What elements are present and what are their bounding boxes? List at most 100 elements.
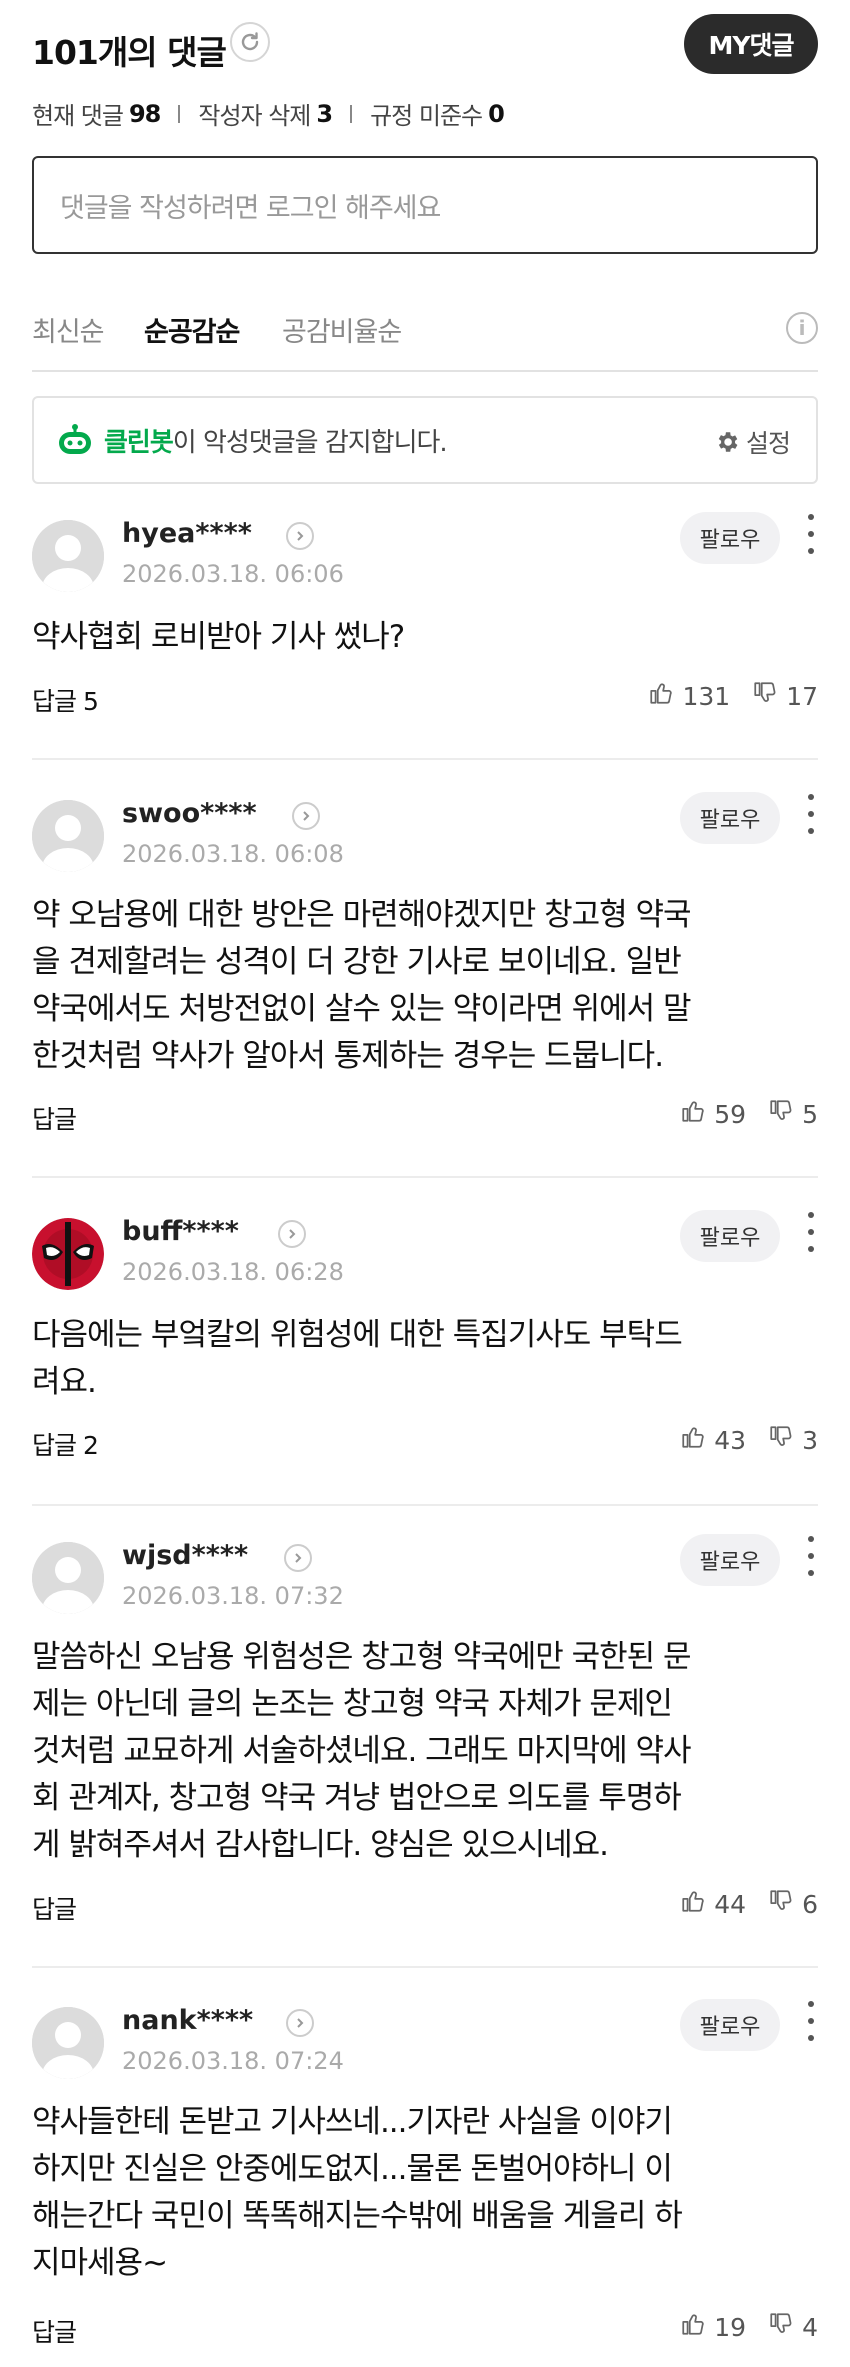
comment-body: 약사들한테 돈받고 기사쓰네...기자란 사실을 이야기 하지만 진실은 안중에도… bbox=[32, 2099, 818, 2287]
comment-date: 2026.03.18. 06:28 bbox=[122, 1258, 344, 1286]
thumbs-up-icon bbox=[680, 1098, 714, 1130]
profile-chevron-button[interactable] bbox=[278, 1220, 306, 1248]
profile-chevron-button[interactable] bbox=[286, 522, 314, 550]
comment-item: swoo**** 2026.03.18. 06:08 팔로우 약 오남용에 대한… bbox=[32, 792, 818, 1178]
vote-buttons: 19 4 bbox=[680, 2311, 818, 2343]
dislike-button[interactable]: 5 bbox=[768, 1098, 818, 1130]
deleted-comments-label: 작성자 삭제 bbox=[198, 102, 311, 130]
cleanbot-message: 이 악성댓글을 감지합니다. bbox=[172, 427, 448, 458]
avatar[interactable] bbox=[32, 1542, 104, 1614]
comment-text-line: 해는간다 국민이 똑똑해지는수밖에 배움을 게을리 하 bbox=[32, 2198, 683, 2234]
violation-comments-label: 규정 미준수 bbox=[370, 102, 483, 130]
comment-input[interactable]: 댓글을 작성하려면 로그인 해주세요 bbox=[32, 156, 818, 254]
like-button[interactable]: 131 bbox=[648, 680, 730, 712]
reply-button[interactable]: 답글 bbox=[32, 2313, 77, 2349]
thumbs-down-icon bbox=[768, 1424, 802, 1456]
like-button[interactable]: 44 bbox=[680, 1888, 746, 1920]
chevron-right-icon bbox=[303, 811, 310, 821]
reply-button[interactable]: 답글 5 bbox=[32, 682, 99, 718]
follow-button[interactable]: 팔로우 bbox=[680, 512, 780, 564]
comment-text-line: 제는 아닌데 글의 논조는 창고형 약국 자체가 문제인 bbox=[32, 1686, 673, 1722]
thumbs-down-icon bbox=[768, 2311, 802, 2343]
comment-body: 다음에는 부엌칼의 위험성에 대한 특집기사도 부탁드 려요. bbox=[32, 1312, 818, 1406]
refresh-button[interactable] bbox=[230, 22, 270, 62]
thumbs-down-icon bbox=[768, 1888, 802, 1920]
avatar[interactable] bbox=[32, 1218, 104, 1290]
gear-icon bbox=[718, 432, 738, 452]
my-comments-button[interactable]: MY댓글 bbox=[684, 14, 818, 74]
comment-username[interactable]: wjsd**** bbox=[122, 1540, 248, 1571]
thumbs-up-icon bbox=[680, 1888, 714, 1920]
thumbs-up-icon bbox=[680, 1424, 714, 1456]
sort-most-liked[interactable]: 순공감순 bbox=[144, 310, 240, 349]
refresh-icon bbox=[241, 32, 259, 51]
current-comments-label: 현재 댓글 bbox=[32, 102, 124, 130]
comment-date: 2026.03.18. 07:32 bbox=[122, 1582, 344, 1610]
comment-text-line: 말씀하신 오남용 위험성은 창고형 약국에만 국한된 문 bbox=[32, 1639, 692, 1675]
vote-buttons: 59 5 bbox=[680, 1098, 818, 1130]
more-options-icon[interactable] bbox=[804, 1212, 818, 1252]
avatar[interactable] bbox=[32, 520, 104, 592]
profile-chevron-button[interactable] bbox=[286, 2009, 314, 2037]
cleanbot-banner: 클린봇 이 악성댓글을 감지합니다. 설정 bbox=[32, 396, 818, 484]
avatar[interactable] bbox=[32, 800, 104, 872]
like-count: 131 bbox=[682, 681, 731, 711]
comment-text-line: 하지만 진실은 안중에도없지...물론 돈벌어야하니 이 bbox=[32, 2151, 673, 2187]
comment-body: 약사협회 로비받아 기사 썼나? bbox=[32, 614, 818, 661]
follow-button[interactable]: 팔로우 bbox=[680, 1534, 780, 1586]
more-options-icon[interactable] bbox=[804, 2001, 818, 2041]
comment-count-title: 101개의 댓글 bbox=[32, 33, 227, 72]
thumbs-down-icon bbox=[768, 1098, 802, 1130]
comment-username[interactable]: nank**** bbox=[122, 2005, 253, 2036]
like-count: 59 bbox=[714, 1099, 747, 1129]
like-count: 44 bbox=[714, 1889, 747, 1919]
avatar[interactable] bbox=[32, 2007, 104, 2079]
follow-button[interactable]: 팔로우 bbox=[680, 1210, 780, 1262]
reply-button[interactable]: 답글 2 bbox=[32, 1426, 99, 1462]
like-button[interactable]: 59 bbox=[680, 1098, 746, 1130]
deleted-comments-count: 3 bbox=[316, 99, 333, 128]
chevron-right-icon bbox=[289, 1229, 296, 1239]
dislike-count: 17 bbox=[786, 681, 818, 711]
like-button[interactable]: 43 bbox=[680, 1424, 746, 1456]
info-icon[interactable]: i bbox=[786, 312, 818, 344]
vote-buttons: 131 17 bbox=[648, 680, 818, 712]
dislike-button[interactable]: 4 bbox=[768, 2311, 818, 2343]
robot-icon bbox=[59, 424, 91, 454]
comment-username[interactable]: swoo**** bbox=[122, 798, 257, 829]
comment-username[interactable]: hyea**** bbox=[122, 518, 252, 549]
comment-text-line: 약국에서도 처방전없이 살수 있는 약이라면 위에서 말 bbox=[32, 991, 692, 1027]
violation-comments-count: 0 bbox=[488, 99, 505, 128]
profile-chevron-button[interactable] bbox=[284, 1544, 312, 1572]
comment-text-line: 회 관계자, 창고형 약국 겨냥 법안으로 의도를 투명하 bbox=[32, 1780, 682, 1816]
more-options-icon[interactable] bbox=[804, 1536, 818, 1576]
like-button[interactable]: 19 bbox=[680, 2311, 746, 2343]
comment-text-line: 지마세용~ bbox=[32, 2245, 168, 2281]
follow-button[interactable]: 팔로우 bbox=[680, 792, 780, 844]
comment-text-line: 게 밝혀주셔서 감사합니다. 양심은 있으시네요. bbox=[32, 1827, 609, 1863]
follow-button[interactable]: 팔로우 bbox=[680, 1999, 780, 2051]
more-options-icon[interactable] bbox=[804, 514, 818, 554]
more-options-icon[interactable] bbox=[804, 794, 818, 834]
sort-like-ratio[interactable]: 공감비율순 bbox=[282, 310, 402, 349]
dislike-count: 3 bbox=[802, 1425, 818, 1455]
cleanbot-settings-button[interactable]: 설정 bbox=[714, 424, 791, 460]
dislike-count: 6 bbox=[802, 1889, 818, 1919]
cleanbot-settings-label: 설정 bbox=[745, 429, 791, 458]
vote-buttons: 44 6 bbox=[680, 1888, 818, 1920]
thumbs-down-icon bbox=[752, 680, 786, 712]
comment-text-line: 것처럼 교묘하게 서술하셨네요. 그래도 마지막에 약사 bbox=[32, 1733, 692, 1769]
sort-tabs: 최신순 순공감순 공감비율순 i bbox=[32, 300, 818, 372]
comment-body: 약 오남용에 대한 방안은 마련해야겠지만 창고형 약국 을 견제할려는 성격이 … bbox=[32, 892, 818, 1080]
chevron-right-icon bbox=[295, 1553, 302, 1563]
comment-username[interactable]: buff**** bbox=[122, 1216, 239, 1247]
reply-button[interactable]: 답글 bbox=[32, 1890, 77, 1926]
thumbs-up-icon bbox=[680, 2311, 714, 2343]
reply-button[interactable]: 답글 bbox=[32, 1100, 77, 1136]
sort-latest[interactable]: 최신순 bbox=[32, 310, 105, 349]
dislike-button[interactable]: 3 bbox=[768, 1424, 818, 1456]
dislike-button[interactable]: 6 bbox=[768, 1888, 818, 1920]
dislike-button[interactable]: 17 bbox=[752, 680, 818, 712]
divider bbox=[350, 104, 353, 123]
profile-chevron-button[interactable] bbox=[292, 802, 320, 830]
